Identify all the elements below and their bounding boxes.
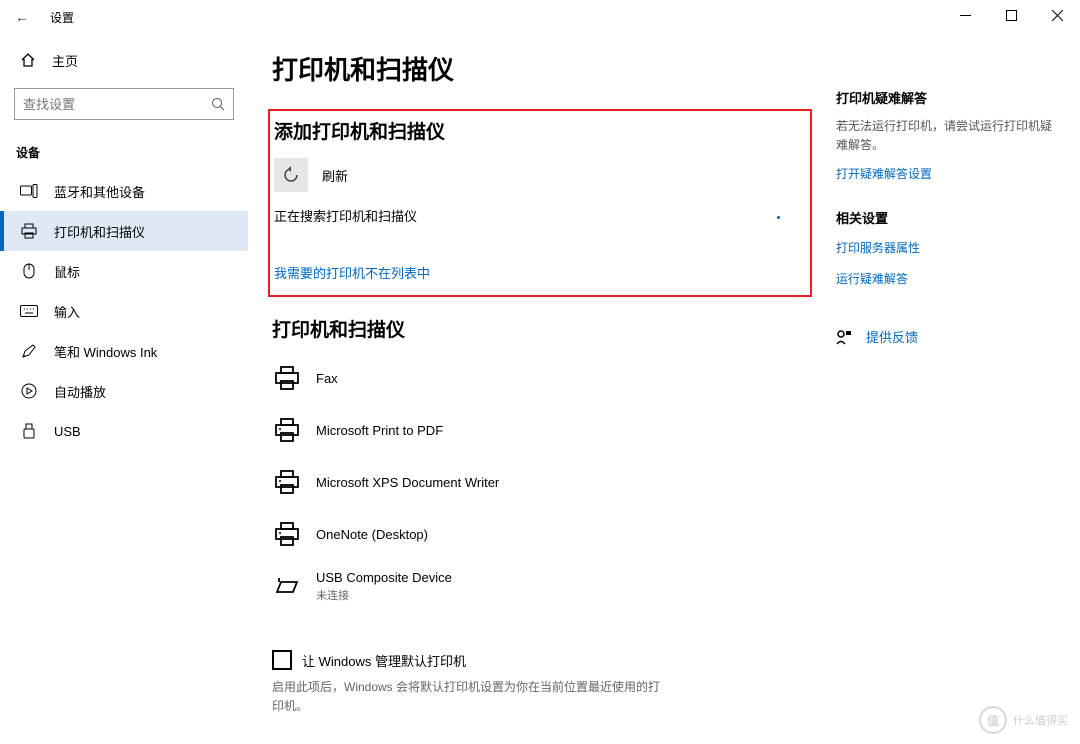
watermark: 值 什么值得买 [979, 706, 1068, 734]
home-label: 主页 [52, 51, 78, 70]
printer-icon [272, 415, 302, 445]
device-row[interactable]: USB Composite Device 未连接 [272, 560, 812, 612]
highlight-box: 添加打印机和扫描仪 刷新 正在搜索打印机和扫描仪 我需要的打印机不在列表中 [268, 109, 812, 297]
sidebar-item-mouse[interactable]: 鼠标 [0, 251, 248, 291]
related-header: 相关设置 [836, 208, 1056, 227]
printer-icon [272, 519, 302, 549]
usb-icon [20, 423, 38, 439]
device-row[interactable]: OneNote (Desktop) [272, 508, 812, 560]
device-row[interactable]: Microsoft XPS Document Writer [272, 456, 812, 508]
sidebar-item-label: 输入 [54, 302, 80, 321]
printer-icon [20, 223, 38, 239]
close-button[interactable] [1034, 0, 1080, 30]
refresh-icon [282, 166, 300, 184]
device-status: 未连接 [316, 587, 452, 603]
page-title: 打印机和扫描仪 [272, 50, 812, 87]
sidebar-item-label: 打印机和扫描仪 [54, 222, 145, 241]
autoplay-icon [20, 383, 38, 399]
printer-icon [272, 467, 302, 497]
print-server-link[interactable]: 打印服务器属性 [836, 239, 1056, 256]
sidebar-item-label: 鼠标 [54, 262, 80, 281]
feedback-label: 提供反馈 [866, 327, 918, 346]
default-printer-checkbox[interactable] [272, 650, 292, 670]
feedback-icon [836, 329, 852, 345]
add-section-header: 添加打印机和扫描仪 [274, 117, 804, 144]
sidebar-item-printers[interactable]: 打印机和扫描仪 [0, 211, 248, 251]
maximize-icon [1006, 10, 1017, 21]
sidebar-item-label: USB [54, 424, 81, 439]
maximize-button[interactable] [988, 0, 1034, 30]
pen-icon [20, 343, 38, 359]
minimize-icon [960, 10, 971, 21]
back-button[interactable]: ← [12, 9, 32, 25]
keyboard-icon [20, 305, 38, 317]
printer-not-listed-link[interactable]: 我需要的打印机不在列表中 [274, 263, 430, 282]
troubleshoot-text: 若无法运行打印机，请尝试运行打印机疑难解答。 [836, 117, 1056, 155]
mouse-icon [20, 263, 38, 279]
default-printer-description: 启用此项后，Windows 会将默认打印机设置为你在当前位置最近使用的打印机。 [272, 678, 672, 716]
sidebar-item-label: 笔和 Windows Ink [54, 342, 157, 361]
home-icon [20, 52, 38, 68]
sidebar-item-autoplay[interactable]: 自动播放 [0, 371, 248, 411]
default-printer-label: 让 Windows 管理默认打印机 [302, 651, 466, 670]
device-name: OneNote (Desktop) [316, 527, 428, 542]
sidebar-item-typing[interactable]: 输入 [0, 291, 248, 331]
sidebar-item-bluetooth[interactable]: 蓝牙和其他设备 [0, 171, 248, 211]
right-panel: 打印机疑难解答 若无法运行打印机，请尝试运行打印机疑难解答。 打开疑难解答设置 … [836, 50, 1056, 744]
minimize-button[interactable] [942, 0, 988, 30]
devices-icon [20, 184, 38, 198]
scanner-icon [272, 571, 302, 601]
device-name: Microsoft Print to PDF [316, 423, 443, 438]
search-input[interactable] [23, 97, 211, 112]
feedback-link[interactable]: 提供反馈 [836, 327, 1056, 346]
refresh-label: 刷新 [322, 166, 348, 185]
sidebar-item-pen[interactable]: 笔和 Windows Ink [0, 331, 248, 371]
sidebar-item-usb[interactable]: USB [0, 411, 248, 451]
device-row[interactable]: Fax [272, 352, 812, 404]
run-troubleshoot-link[interactable]: 运行疑难解答 [836, 270, 1056, 287]
search-input-container[interactable] [14, 88, 234, 120]
searching-status: 正在搜索打印机和扫描仪 [274, 206, 804, 225]
sidebar: 主页 设备 蓝牙和其他设备 打印机和扫描仪 鼠标 输入 笔和 Windows I [0, 34, 248, 744]
troubleshoot-link[interactable]: 打开疑难解答设置 [836, 165, 1056, 182]
window-title: 设置 [50, 9, 74, 26]
sidebar-item-label: 蓝牙和其他设备 [54, 182, 145, 201]
troubleshoot-header: 打印机疑难解答 [836, 88, 1056, 107]
search-icon [211, 97, 225, 111]
devices-section-header: 打印机和扫描仪 [272, 315, 812, 342]
progress-dot [777, 216, 780, 219]
device-name: USB Composite Device [316, 570, 452, 585]
home-nav[interactable]: 主页 [0, 42, 248, 78]
printer-icon [272, 363, 302, 393]
device-name: Microsoft XPS Document Writer [316, 475, 499, 490]
sidebar-item-label: 自动播放 [54, 382, 106, 401]
sidebar-group-header: 设备 [0, 126, 248, 171]
device-name: Fax [316, 371, 338, 386]
device-row[interactable]: Microsoft Print to PDF [272, 404, 812, 456]
refresh-button[interactable] [274, 158, 308, 192]
close-icon [1052, 10, 1063, 21]
